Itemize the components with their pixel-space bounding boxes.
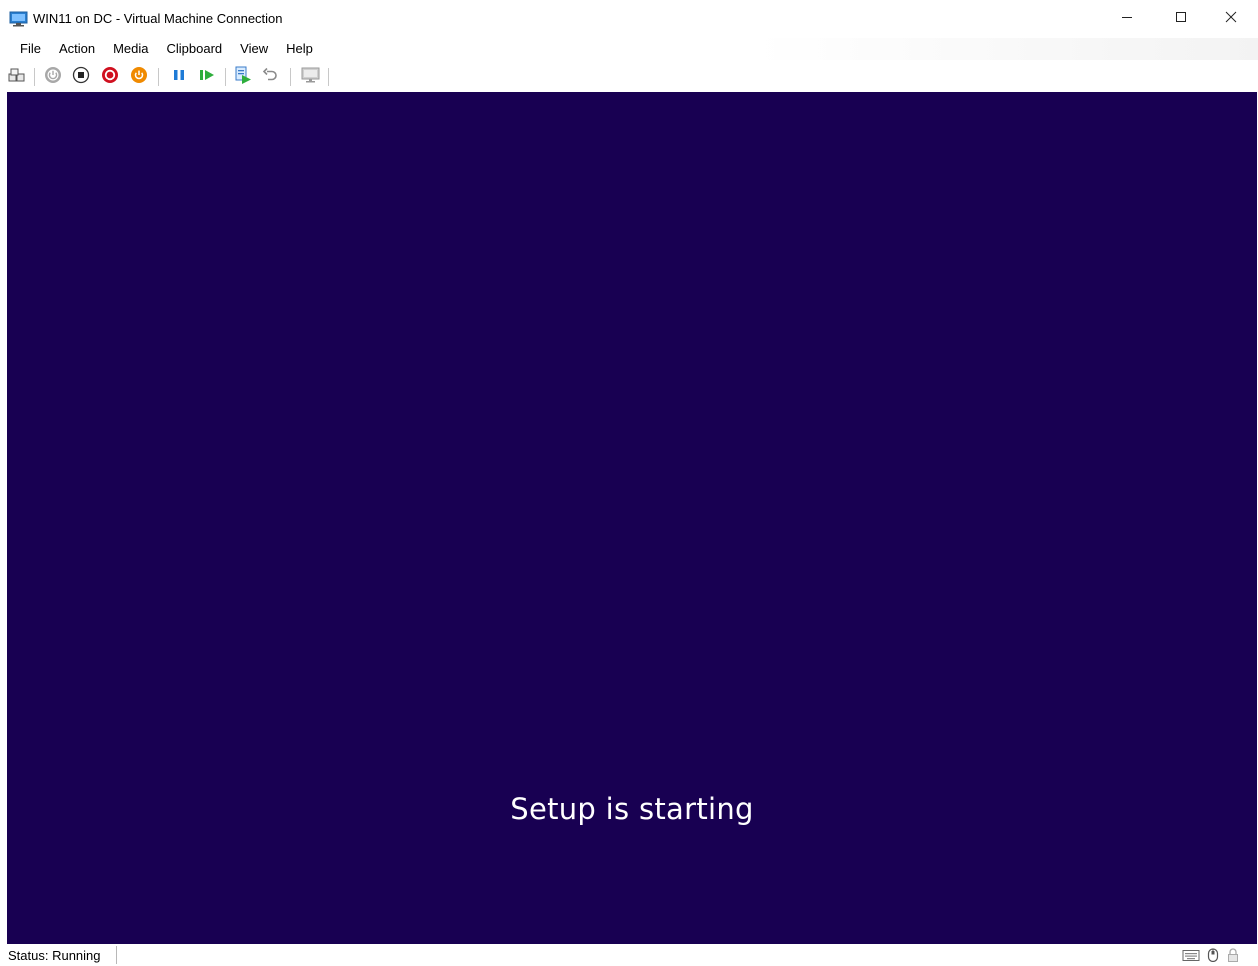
revert-icon: [262, 66, 280, 89]
turn-off-button[interactable]: [72, 66, 90, 89]
toolbar-separator: [225, 68, 226, 86]
keyboard-icon: [1182, 948, 1200, 962]
reset-button[interactable]: [198, 68, 216, 86]
turn-off-icon: [72, 66, 90, 89]
enhanced-session-icon: [301, 66, 321, 89]
title-bar: WIN11 on DC - Virtual Machine Connection: [0, 0, 1258, 38]
lock-icon: [1226, 948, 1240, 962]
window-title: WIN11 on DC - Virtual Machine Connection: [33, 11, 283, 26]
pause-icon: [170, 66, 188, 89]
maximize-icon: [1175, 10, 1187, 28]
enhanced-session-button[interactable]: [301, 66, 321, 89]
setup-message: Setup is starting: [510, 792, 754, 826]
minimize-button[interactable]: [1100, 0, 1154, 38]
status-text: Status: Running: [8, 948, 101, 963]
maximize-button[interactable]: [1154, 0, 1208, 38]
toolbar: [0, 62, 1258, 92]
toolbar-separator: [328, 68, 329, 86]
checkpoint-button[interactable]: [234, 66, 252, 89]
toolbar-separator: [158, 68, 159, 86]
toolbar-separator: [290, 68, 291, 86]
menu-file[interactable]: File: [10, 39, 49, 59]
save-button[interactable]: [130, 66, 148, 89]
toolbar-separator: [34, 68, 35, 86]
menu-media[interactable]: Media: [103, 39, 156, 59]
status-separator: [116, 946, 117, 964]
ctrl-alt-del-icon: [8, 67, 26, 88]
mouse-icon: [1207, 948, 1219, 963]
revert-button[interactable]: [262, 66, 280, 89]
start-button[interactable]: [44, 66, 62, 89]
shut-down-icon: [101, 66, 119, 89]
vm-connection-icon[interactable]: [9, 11, 29, 27]
reset-icon: [198, 66, 216, 89]
checkpoint-icon: [234, 66, 252, 89]
pause-button[interactable]: [170, 68, 188, 86]
status-bar: Status: Running: [0, 944, 1258, 966]
save-icon: [130, 66, 148, 89]
menu-action[interactable]: Action: [49, 39, 103, 59]
close-button[interactable]: [1204, 0, 1258, 38]
menu-bar: File Action Media Clipboard View Help: [0, 38, 1258, 60]
menu-view[interactable]: View: [230, 39, 276, 59]
vm-display[interactable]: Setup is starting: [7, 92, 1257, 944]
minimize-icon: [1121, 10, 1133, 28]
ctrl-alt-del-button[interactable]: [8, 68, 26, 86]
menu-help[interactable]: Help: [276, 39, 321, 59]
close-icon: [1225, 10, 1237, 28]
shut-down-button[interactable]: [101, 66, 119, 89]
menu-clipboard[interactable]: Clipboard: [157, 39, 231, 59]
start-icon: [44, 66, 62, 89]
